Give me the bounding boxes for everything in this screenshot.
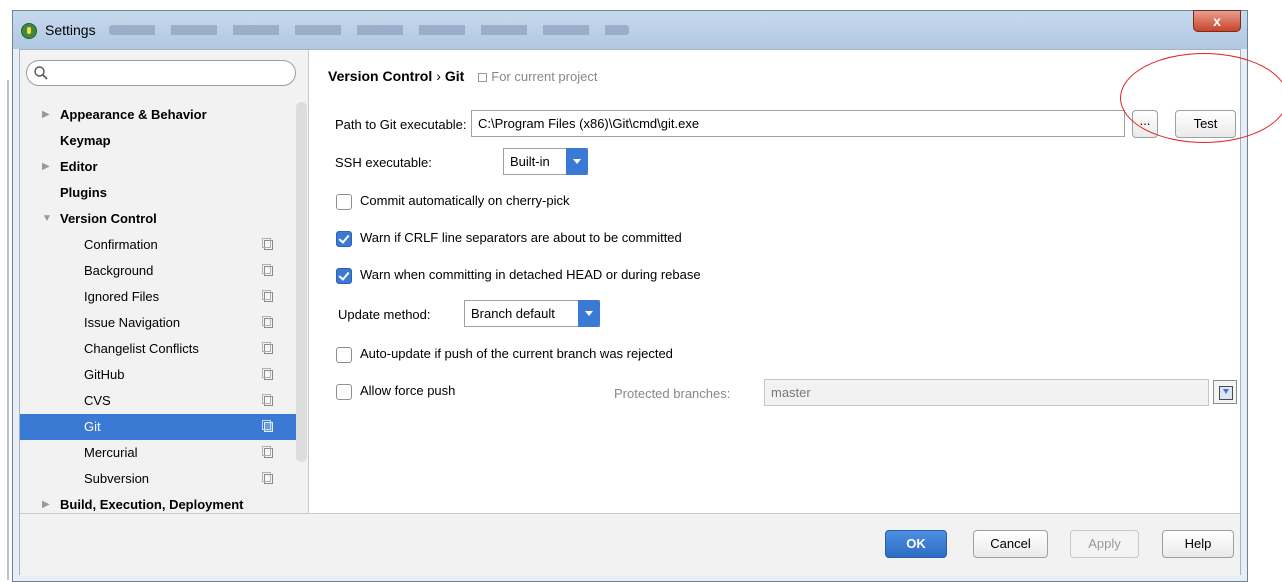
scope-hint: For current project — [478, 69, 597, 84]
project-scope-icon — [262, 368, 273, 380]
update-method-selected-value: Branch default — [471, 306, 555, 321]
help-button[interactable]: Help — [1162, 530, 1234, 558]
dialog-footer: OK Cancel Apply Help — [20, 513, 1240, 576]
protected-branches-label: Protected branches: — [614, 386, 731, 401]
settings-window: Settings x ▶ Appearance & Behavior Keyma… — [12, 10, 1248, 582]
detached-head-label[interactable]: Warn when committing in detached HEAD or… — [360, 267, 701, 282]
blurred-menu-bar — [109, 25, 629, 35]
project-scope-icon — [262, 316, 273, 328]
ok-button[interactable]: OK — [885, 530, 947, 558]
auto-update-checkbox[interactable] — [336, 347, 352, 363]
force-push-label[interactable]: Allow force push — [360, 383, 455, 398]
sidebar-item-label: Git — [84, 419, 101, 434]
crlf-warning-checkbox[interactable] — [336, 231, 352, 247]
protected-branches-input[interactable]: master — [764, 379, 1209, 406]
sidebar-item-label: Changelist Conflicts — [84, 341, 199, 356]
expand-arrow-icon[interactable]: ▶ — [42, 102, 50, 128]
sidebar-item-git[interactable]: Git — [20, 414, 296, 440]
cherry-pick-label[interactable]: Commit automatically on cherry-pick — [360, 193, 570, 208]
sidebar-item-label: Ignored Files — [84, 289, 160, 304]
title-bar: Settings x — [13, 10, 1247, 49]
sidebar-item-label: Version Control — [60, 211, 157, 226]
auto-update-label[interactable]: Auto-update if push of the current branc… — [360, 346, 673, 361]
path-label: Path to Git executable: — [335, 117, 467, 132]
sidebar-item-version-control[interactable]: ▼ Version Control — [20, 206, 296, 232]
project-scope-icon — [262, 342, 273, 354]
git-path-input[interactable]: C:\Program Files (x86)\Git\cmd\git.exe — [471, 110, 1125, 137]
sidebar-item-label: Plugins — [60, 185, 107, 200]
sidebar-item-label: CVS — [84, 393, 111, 408]
sidebar-item-subversion[interactable]: Subversion — [20, 466, 296, 492]
close-button[interactable]: x — [1193, 10, 1241, 32]
ssh-executable-select[interactable]: Built-in — [503, 148, 588, 175]
scope-hint-text: For current project — [491, 69, 598, 84]
expand-arrow-icon[interactable]: ▶ — [42, 492, 50, 513]
settings-tree: ▶ Appearance & Behavior Keymap ▶ Editor … — [20, 102, 296, 513]
ssh-selected-value: Built-in — [510, 154, 550, 169]
background-edge — [0, 0, 12, 582]
project-scope-icon — [262, 290, 273, 302]
breadcrumb-parent[interactable]: Version Control — [328, 68, 432, 84]
project-scope-icon — [262, 238, 273, 250]
sidebar-item-confirmation[interactable]: Confirmation — [20, 232, 296, 258]
sidebar-item-background[interactable]: Background — [20, 258, 296, 284]
sidebar-item-label: Appearance & Behavior — [60, 107, 207, 122]
sidebar-item-label: GitHub — [84, 367, 125, 382]
sidebar-item-changelist-conflicts[interactable]: Changelist Conflicts — [20, 336, 296, 362]
crlf-warning-label[interactable]: Warn if CRLF line separators are about t… — [360, 230, 682, 245]
branch-select-icon[interactable] — [1213, 380, 1237, 404]
detached-head-checkbox[interactable] — [336, 268, 352, 284]
ssh-label: SSH executable: — [335, 155, 432, 170]
update-method-label: Update method: — [338, 307, 431, 322]
sidebar-item-label: Subversion — [84, 471, 150, 486]
sidebar-item-mercurial[interactable]: Mercurial — [20, 440, 296, 466]
app-logo-icon — [21, 23, 37, 39]
sidebar-item-cvs[interactable]: CVS — [20, 388, 296, 414]
settings-sidebar: ▶ Appearance & Behavior Keymap ▶ Editor … — [20, 50, 309, 513]
sidebar-item-editor[interactable]: ▶ Editor — [20, 154, 296, 180]
chevron-down-icon[interactable] — [566, 148, 588, 175]
sidebar-item-label: Build, Execution, Deployment — [60, 497, 244, 512]
cancel-button[interactable]: Cancel — [973, 530, 1048, 558]
update-method-select[interactable]: Branch default — [464, 300, 600, 327]
sidebar-item-label: Confirmation — [84, 237, 158, 252]
expand-arrow-icon[interactable]: ▶ — [42, 154, 50, 180]
git-settings-panel: Version Control › Git For current project … — [320, 50, 1240, 513]
project-scope-icon — [262, 472, 273, 484]
sidebar-item-github[interactable]: GitHub — [20, 362, 296, 388]
search-input[interactable] — [26, 60, 296, 86]
sidebar-item-label: Background — [84, 263, 154, 278]
project-scope-icon — [262, 394, 273, 406]
sidebar-item-label: Mercurial — [84, 445, 138, 460]
breadcrumb: Version Control › Git For current project — [328, 68, 597, 84]
sidebar-item-appearance-behavior[interactable]: ▶ Appearance & Behavior — [20, 102, 296, 128]
breadcrumb-separator: › — [436, 68, 441, 84]
breadcrumb-current: Git — [444, 68, 465, 84]
sidebar-item-plugins[interactable]: Plugins — [20, 180, 296, 206]
chevron-down-icon[interactable] — [578, 300, 600, 327]
sidebar-item-label: Keymap — [60, 133, 111, 148]
search-icon — [34, 66, 48, 80]
apply-button[interactable]: Apply — [1070, 530, 1139, 558]
window-title: Settings — [45, 22, 96, 38]
project-scope-icon — [262, 420, 273, 432]
project-scope-icon — [478, 73, 488, 82]
sidebar-item-issue-navigation[interactable]: Issue Navigation — [20, 310, 296, 336]
sidebar-item-label: Editor — [60, 159, 98, 174]
settings-content: ▶ Appearance & Behavior Keymap ▶ Editor … — [19, 49, 1241, 576]
sidebar-item-ignored-files[interactable]: Ignored Files — [20, 284, 296, 310]
cherry-pick-checkbox[interactable] — [336, 194, 352, 210]
sidebar-item-build-execution-deployment[interactable]: ▶ Build, Execution, Deployment — [20, 492, 296, 513]
sidebar-item-label: Issue Navigation — [84, 315, 181, 330]
annotation-circle — [1120, 53, 1282, 143]
sidebar-scrollbar[interactable] — [296, 102, 307, 462]
project-scope-icon — [262, 446, 273, 458]
project-scope-icon — [262, 264, 273, 276]
force-push-checkbox[interactable] — [336, 384, 352, 400]
collapse-arrow-icon[interactable]: ▼ — [42, 206, 52, 232]
sidebar-item-keymap[interactable]: Keymap — [20, 128, 296, 154]
